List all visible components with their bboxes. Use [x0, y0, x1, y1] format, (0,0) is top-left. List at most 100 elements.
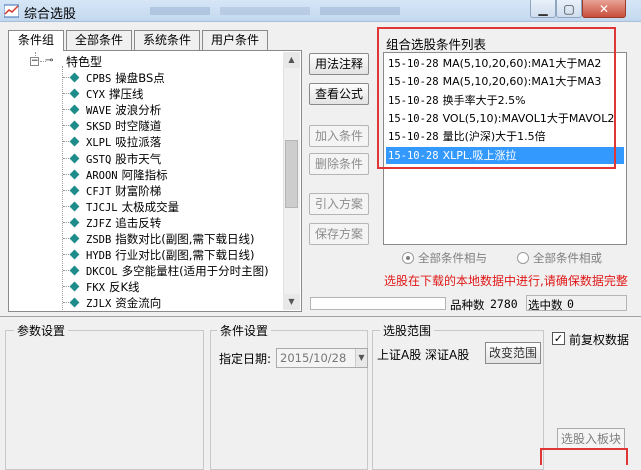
save-plan-button[interactable]: 保存方案 — [309, 223, 369, 245]
tree-item[interactable]: ZJLX 资金流向 — [62, 295, 161, 310]
formula-icon — [69, 297, 80, 308]
tree-item-name: 反K线 — [108, 280, 140, 295]
formula-icon — [69, 201, 80, 212]
tree-item[interactable]: XLPL 吸拉派落 — [62, 134, 161, 150]
minimize-button[interactable]: ▁ — [530, 0, 556, 18]
tab-user-conditions[interactable]: 用户条件 — [202, 30, 268, 50]
radio-selected-icon — [402, 252, 414, 264]
tree-guide — [63, 77, 69, 78]
tab-system-conditions[interactable]: 系统条件 — [134, 30, 200, 50]
view-formula-button[interactable]: 查看公式 — [309, 83, 369, 105]
tree-item-code: DKCOL — [86, 266, 118, 279]
usage-notes-button[interactable]: 用法注释 — [309, 53, 369, 75]
select-into-block-button[interactable]: 选股入板块 — [557, 428, 625, 450]
tree-item-name: 波浪分析 — [115, 103, 162, 118]
param-settings-group — [5, 330, 204, 470]
tab-all-conditions[interactable]: 全部条件 — [66, 30, 132, 50]
formula-icon — [69, 72, 80, 83]
tree-guide — [63, 254, 69, 256]
tree-guide — [63, 141, 69, 143]
add-condition-button[interactable]: 加入条件 — [309, 125, 369, 147]
tree-item-name: 阿隆指标 — [121, 167, 168, 182]
close-icon: ✕ — [598, 1, 610, 16]
stock-count-label: 品种数 — [450, 298, 485, 312]
arrow-down-icon: ▼ — [288, 297, 295, 306]
tree-item[interactable]: SKSD 时空隧道 — [62, 118, 161, 134]
tree-item-code: GSTQ — [86, 153, 112, 166]
import-plan-button[interactable]: 引入方案 — [309, 193, 369, 215]
tree-item[interactable]: AROON 阿隆指标 — [62, 167, 168, 183]
maximize-button[interactable]: ▢ — [556, 0, 582, 18]
tree-guide — [63, 189, 69, 191]
tree-item-name: 股市天气 — [115, 151, 162, 166]
tree-item-code: CPBS — [86, 73, 112, 85]
radio-all-and[interactable]: 全部条件相与 — [402, 250, 487, 266]
tree-item[interactable]: ZJFZ 追击反转 — [62, 215, 161, 231]
tree-item-code: CYX — [86, 89, 105, 102]
tree-item[interactable]: WAVE 波浪分析 — [62, 102, 161, 118]
formula-icon — [69, 185, 80, 196]
formula-icon — [69, 120, 80, 131]
stock-count-value: 2780 — [490, 297, 518, 311]
radio-all-and-label: 全部条件相与 — [418, 251, 487, 265]
formula-icon — [69, 136, 80, 147]
radio-unselected-icon — [517, 252, 529, 264]
tree-item[interactable]: ZSDB 指数对比(副图,需下载日线) — [62, 231, 254, 247]
formula-icon — [69, 88, 80, 99]
formula-icon — [69, 104, 80, 115]
tree-guide — [63, 205, 69, 207]
tree-item[interactable]: GSTQ 股市天气 — [62, 151, 161, 167]
tree-guide — [63, 93, 69, 95]
arrow-up-icon: ▲ — [288, 55, 295, 64]
formula-icon — [69, 249, 80, 260]
tree-guide — [63, 109, 69, 111]
change-range-button[interactable]: 改变范围 — [485, 342, 541, 364]
formula-icon — [69, 169, 80, 180]
annotation-highlight-box — [540, 448, 628, 465]
tree-item[interactable]: CFJT 财富阶梯 — [62, 183, 161, 199]
radio-all-or-label: 全部条件相或 — [533, 251, 602, 265]
adjusted-data-checkbox[interactable]: ✓ — [552, 332, 565, 345]
tree-item-name: 撑压线 — [108, 87, 144, 102]
annotation-highlight-box — [377, 27, 616, 169]
tree-item-name: 时空隧道 — [115, 119, 162, 134]
tree-item-code: ZJFZ — [86, 217, 112, 230]
data-warning: 选股在下载的本地数据中进行,请确保数据完整 — [384, 274, 628, 288]
tree-item[interactable]: TJCJL 太极成交量 — [62, 199, 179, 215]
maximize-icon: ▢ — [563, 1, 575, 16]
delete-condition-button[interactable]: 删除条件 — [309, 153, 369, 175]
progress-bar — [310, 297, 446, 310]
tree-item-name: 财富阶梯 — [115, 183, 162, 198]
formula-icon — [69, 265, 80, 276]
formula-icon — [69, 233, 80, 244]
tree-item-name: 操盘BS点 — [115, 71, 165, 85]
formula-icon — [69, 281, 80, 292]
tree-item-name: 资金流向 — [115, 296, 162, 310]
scroll-thumb[interactable] — [285, 140, 298, 208]
window-title: 综合选股 — [24, 7, 77, 22]
tree-item-code: HYDB — [86, 250, 112, 263]
tab-condition-group[interactable]: 条件组 — [8, 30, 64, 51]
app-icon — [3, 4, 20, 18]
formula-icon — [69, 153, 80, 163]
tree-item-code: TJCJL — [86, 201, 118, 214]
tree-item-code: ZJLX — [86, 298, 112, 310]
tree-item-code: ZSDB — [86, 234, 112, 246]
tree-item-code: WAVE — [86, 105, 112, 118]
date-dropdown-button[interactable]: ▼ — [355, 349, 367, 367]
tree-item[interactable]: FKX 反K线 — [62, 279, 140, 295]
scroll-down-button[interactable]: ▼ — [283, 294, 300, 310]
radio-all-or[interactable]: 全部条件相或 — [517, 250, 602, 266]
adjusted-data-label: 前复权数据 — [569, 333, 630, 347]
tree-item[interactable]: CYX 撑压线 — [62, 86, 143, 102]
date-label: 指定日期: — [219, 352, 272, 366]
tree-item[interactable]: DKCOL 多空能量柱(适用于分时主图) — [62, 263, 269, 279]
tree-item[interactable]: CPBS 操盘BS点 — [62, 70, 165, 86]
tree-item-name: 指数对比(副图,需下载日线) — [115, 232, 255, 246]
scroll-up-button[interactable]: ▲ — [283, 52, 300, 68]
tree-item[interactable]: HYDB 行业对比(副图,需下载日线) — [62, 247, 254, 263]
tree-guide — [63, 238, 69, 239]
tree-item-code: SKSD — [86, 121, 112, 134]
divider — [0, 316, 641, 317]
close-button[interactable]: ✕ — [582, 0, 626, 18]
